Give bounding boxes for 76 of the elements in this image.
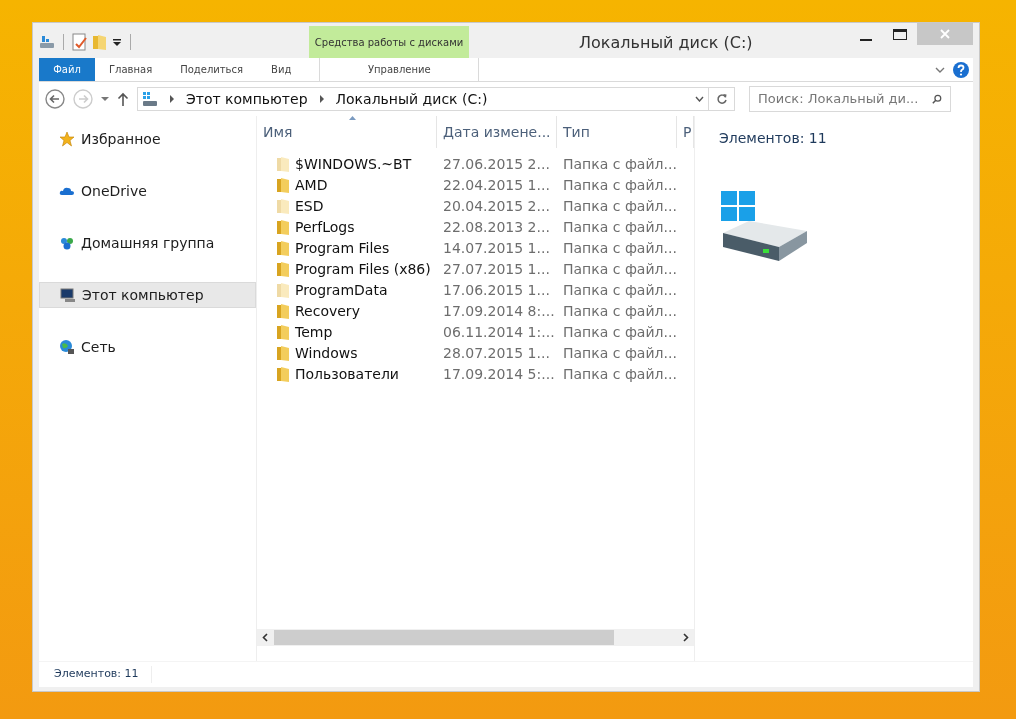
navigation-item[interactable]: Избранное — [39, 126, 256, 152]
refresh-button[interactable] — [709, 87, 735, 111]
file-date: 22.04.2015 1... — [442, 176, 551, 195]
expand-ribbon-icon[interactable] — [935, 65, 945, 74]
ribbon-tab[interactable]: Поделиться — [166, 58, 258, 81]
file-type: Папка с файл... — [562, 260, 677, 279]
navigation-item[interactable]: Сеть — [39, 334, 256, 360]
navigation-item[interactable]: Домашняя группа — [39, 230, 256, 256]
file-date: 17.09.2014 5:... — [442, 365, 556, 384]
file-date: 14.07.2015 1... — [442, 239, 551, 258]
globe-icon — [59, 339, 75, 355]
help-icon[interactable] — [953, 61, 969, 78]
ribbon-tab[interactable]: Вид — [257, 58, 306, 81]
file-name[interactable]: Windows — [295, 343, 358, 364]
column-header[interactable]: Дата измене... — [437, 116, 557, 148]
file-type: Папка с файл... — [562, 281, 677, 300]
breadcrumb[interactable]: Локальный диск (C:) — [335, 88, 488, 110]
computer-icon — [142, 91, 158, 107]
status-item-count: Элементов: 11 — [54, 666, 152, 683]
address-dropdown-icon[interactable] — [695, 96, 704, 102]
close-icon — [940, 29, 950, 39]
file-date: 20.04.2015 2... — [442, 197, 551, 216]
drive-icon[interactable] — [39, 34, 55, 50]
window-title: Локальный диск (C:) — [579, 32, 753, 54]
file-date: 27.07.2015 1... — [442, 260, 551, 279]
file-type: Папка с файл... — [562, 302, 677, 321]
properties-icon[interactable] — [72, 33, 88, 51]
file-name[interactable]: Temp — [295, 322, 333, 343]
homegroup-icon — [59, 235, 75, 251]
file-date: 22.08.2013 2... — [442, 218, 551, 237]
file-type: Папка с файл... — [562, 323, 677, 342]
back-icon[interactable] — [45, 89, 65, 109]
search-field[interactable]: Поиск: Локальный ди... — [749, 86, 951, 112]
file-name[interactable]: AMD — [295, 175, 328, 196]
file-date: 17.09.2014 8:... — [442, 302, 556, 321]
file-type: Папка с файл... — [562, 176, 677, 195]
ribbon-tab[interactable]: Управление — [319, 58, 480, 81]
navigation-item[interactable]: Этот компьютер — [39, 282, 256, 308]
file-name[interactable]: Program Files — [295, 238, 390, 259]
file-name[interactable]: Пользователи — [295, 364, 399, 385]
dropdown-icon[interactable] — [112, 37, 122, 47]
horizontal-scrollbar[interactable] — [257, 629, 694, 646]
breadcrumb[interactable]: Этот компьютер — [186, 88, 308, 110]
file-name[interactable]: PerfLogs — [295, 217, 355, 238]
file-date: 06.11.2014 1:... — [442, 323, 556, 342]
column-header[interactable]: Тип — [557, 116, 677, 148]
file-name[interactable]: Program Files (x86) — [295, 259, 431, 280]
recent-dropdown-icon[interactable] — [101, 96, 109, 102]
ribbon-tab[interactable]: Главная — [95, 58, 167, 81]
ribbon-tab[interactable]: Файл — [39, 58, 95, 81]
scroll-thumb[interactable] — [274, 630, 614, 645]
file-name[interactable]: Recovery — [295, 301, 360, 322]
computer-icon — [60, 287, 76, 303]
item-count: Элементов: 11 — [719, 129, 828, 148]
file-type: Папка с файл... — [562, 155, 677, 174]
address-bar[interactable]: Этот компьютер Локальный диск (C:) — [137, 87, 709, 111]
up-arrow-icon[interactable] — [117, 92, 129, 106]
context-tab-group: Средства работы с дисками — [309, 26, 469, 58]
search-icon — [932, 93, 942, 105]
file-date: 28.07.2015 1... — [442, 344, 551, 363]
file-date: 17.06.2015 1... — [442, 281, 551, 300]
column-header[interactable]: Р — [677, 116, 694, 148]
file-name[interactable]: ESD — [295, 196, 324, 217]
file-type: Папка с файл... — [562, 239, 677, 258]
file-type: Папка с файл... — [562, 365, 677, 384]
file-name[interactable]: $WINDOWS.~BT — [295, 154, 412, 175]
file-type: Папка с файл... — [562, 344, 677, 363]
file-name[interactable]: ProgramData — [295, 280, 388, 301]
file-date: 27.06.2015 2... — [442, 155, 551, 174]
navigation-item[interactable]: OneDrive — [39, 178, 256, 204]
breadcrumb-arrow-icon[interactable] — [170, 95, 174, 103]
breadcrumb-arrow-icon[interactable] — [319, 95, 324, 103]
file-type: Папка с файл... — [562, 218, 677, 237]
refresh-icon — [715, 93, 728, 105]
file-type: Папка с файл... — [562, 197, 677, 216]
star-icon — [59, 131, 75, 147]
